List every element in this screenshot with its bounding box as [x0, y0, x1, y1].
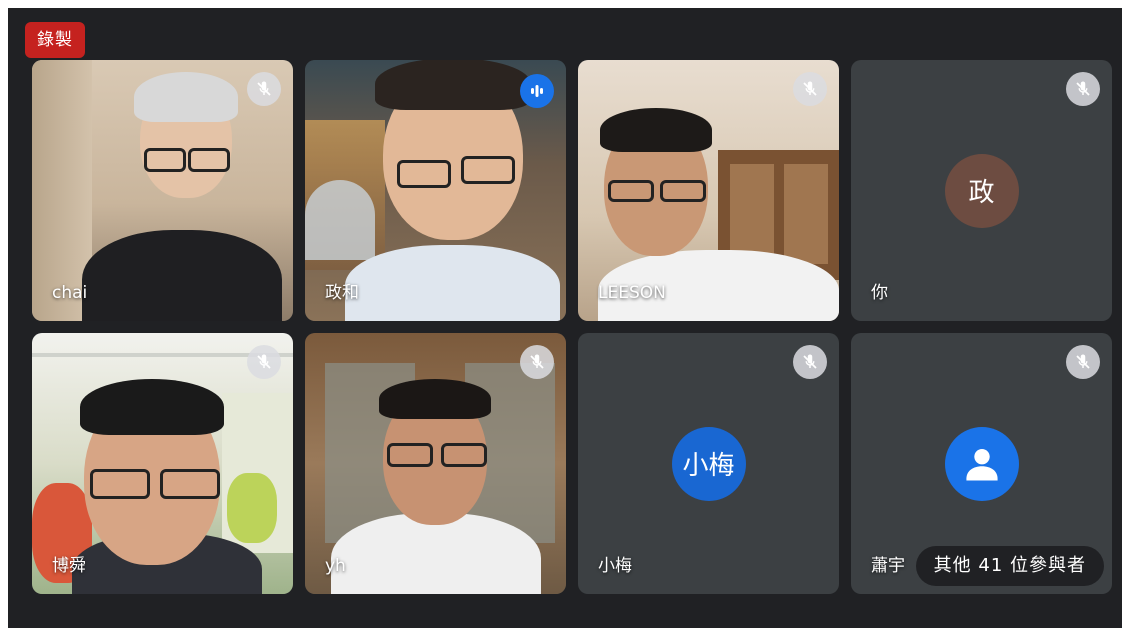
mic-muted-icon — [793, 345, 827, 379]
participant-name: 博舜 — [52, 556, 86, 576]
avatar: 政 — [944, 153, 1019, 228]
mic-muted-icon — [520, 345, 554, 379]
participant-tile-leeson[interactable]: LEESON — [578, 60, 839, 321]
avatar-initial: 小梅 — [682, 451, 735, 481]
participant-name: LEESON — [598, 283, 666, 303]
recording-badge: 錄製 — [25, 22, 85, 58]
mic-muted-icon — [793, 72, 827, 106]
participant-name: 蕭宇 — [871, 556, 905, 576]
participant-tile-boshun[interactable]: 博舜 — [32, 333, 293, 594]
participant-tile-yh[interactable]: yh — [305, 333, 566, 594]
mic-muted-icon — [1066, 345, 1100, 379]
meeting-stage: 錄製 chai 政和 LEESON 政 你 博舜 yh 小梅 小梅 蕭宇 其他 … — [8, 8, 1122, 628]
participant-name: chai — [52, 283, 88, 303]
participant-tile-chai[interactable]: chai — [32, 60, 293, 321]
participant-name: 小梅 — [598, 556, 632, 576]
mic-muted-icon — [247, 72, 281, 106]
participant-name: yh — [325, 556, 346, 576]
mic-muted-icon — [1066, 72, 1100, 106]
participant-tile-xiaomei[interactable]: 小梅 小梅 — [578, 333, 839, 594]
person-icon — [965, 448, 998, 480]
participant-tile-xiaoyu[interactable]: 蕭宇 其他 41 位參與者 — [851, 333, 1112, 594]
avatar: 小梅 — [671, 426, 746, 501]
speaking-indicator-icon — [520, 74, 554, 108]
participant-name: 你 — [871, 283, 888, 303]
participant-tile-self[interactable]: 政 你 — [851, 60, 1112, 321]
mic-muted-icon — [247, 345, 281, 379]
other-participants-button[interactable]: 其他 41 位參與者 — [915, 546, 1104, 586]
avatar-initial: 政 — [968, 178, 995, 208]
avatar — [944, 426, 1019, 501]
participant-name: 政和 — [325, 283, 359, 303]
participant-tile-zhenghe[interactable]: 政和 — [305, 60, 566, 321]
